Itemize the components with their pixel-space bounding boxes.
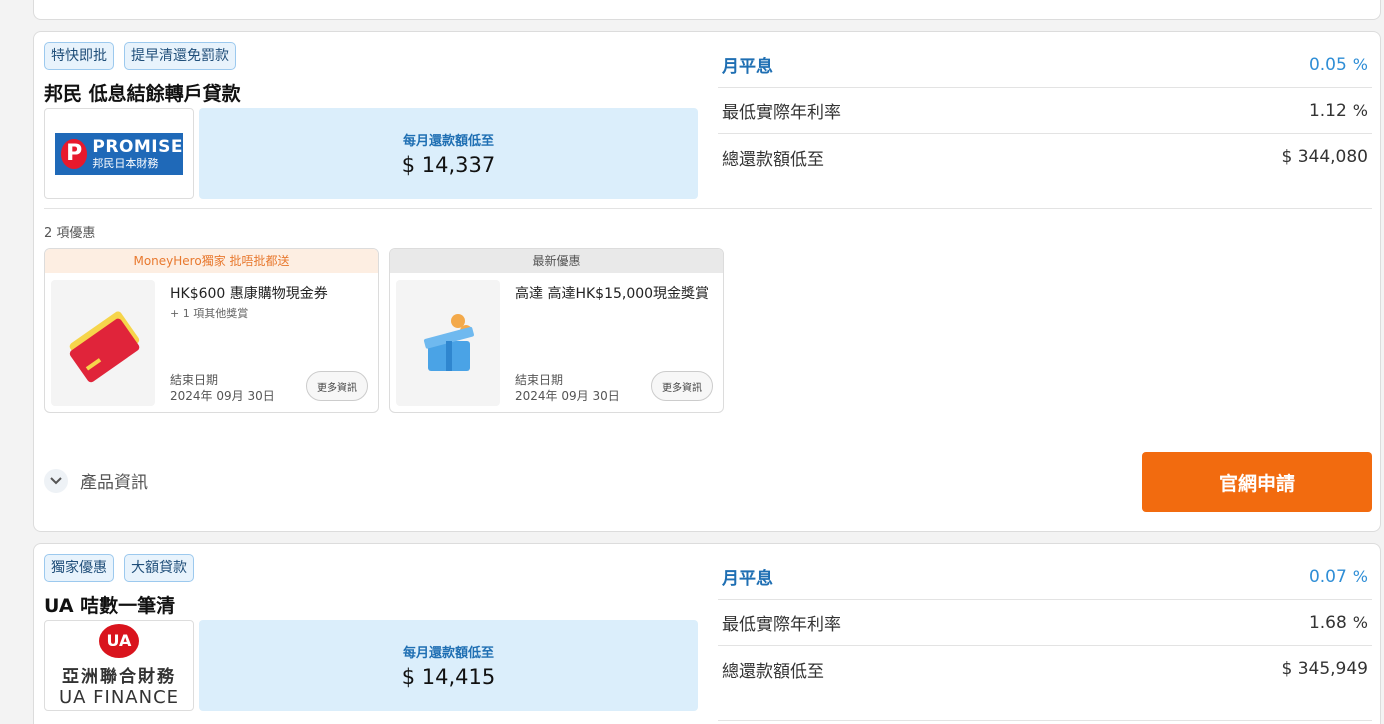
gift-box-icon	[396, 280, 500, 406]
ua-mark-icon: UA	[99, 623, 139, 658]
offer-end-date: 2024年 09月 30日	[515, 389, 620, 403]
monthly-repayment-box: 每月還款額低至 $ 14,337	[199, 108, 698, 199]
divider	[718, 720, 1372, 721]
divider	[44, 208, 1372, 209]
product-name[interactable]: UA 咭數一筆清	[44, 591, 175, 618]
offer-card[interactable]: 最新優惠 高達 高達HK$15,000現金獎賞 結束日期 2024年 09月 3…	[389, 248, 724, 413]
offer-header: MoneyHero獨家 批唔批都送	[45, 249, 378, 273]
rate-row-total-repayment: 總還款額低至 $ 344,080	[722, 147, 1368, 170]
more-info-button[interactable]: 更多資訊	[306, 371, 368, 401]
promise-p-icon: P	[61, 138, 88, 169]
rate-row-monthly-flat: 月平息 0.05%	[718, 42, 1372, 88]
offer-end-date: 2024年 09月 30日	[170, 389, 275, 403]
offer-card[interactable]: MoneyHero獨家 批唔批都送 HK$600 惠康購物現金券 + 1 項其他…	[44, 248, 379, 413]
product-info-toggle[interactable]: 產品資訊	[44, 468, 148, 493]
offer-title: HK$600 惠康購物現金券	[170, 286, 328, 302]
monthly-repayment-value: $ 14,337	[401, 153, 496, 177]
rate-table: 月平息 0.07% 最低實際年利率 1.68% 總還款額低至 $ 345,949	[718, 554, 1372, 692]
rate-row-apr: 最低實際年利率 1.68%	[718, 600, 1372, 646]
monthly-repayment-label: 每月還款額低至	[402, 134, 494, 149]
offer-end-label: 結束日期	[170, 373, 219, 387]
offers-count: 2 項優惠	[44, 226, 96, 241]
product-info-label: 產品資訊	[80, 473, 148, 493]
previous-card	[33, 0, 1381, 20]
ua-finance-logo[interactable]: UA 亞洲聯合財務 UA FINANCE	[44, 620, 194, 711]
chevron-down-icon	[44, 468, 68, 493]
gift-card-icon	[51, 280, 155, 406]
rate-row-monthly-flat: 月平息 0.07%	[718, 554, 1372, 600]
offer-title: 高達 高達HK$15,000現金獎賞	[515, 286, 710, 302]
rate-row-total-repayment: 總還款額低至 $ 345,949	[722, 659, 1368, 682]
more-info-button[interactable]: 更多資訊	[651, 371, 713, 401]
monthly-repayment-value: $ 14,415	[401, 665, 496, 689]
tag-list: 特快即批 提早清還免罰款	[44, 42, 236, 70]
apply-button[interactable]: 官網申請	[1142, 452, 1372, 512]
tag-exclusive-offer: 獨家優惠	[44, 554, 114, 582]
monthly-repayment-label: 每月還款額低至	[402, 646, 494, 661]
tag-fast-approval: 特快即批	[44, 42, 114, 70]
product-name[interactable]: 邦民 低息結餘轉戶貸款	[44, 79, 241, 106]
tag-early-repayment: 提早清還免罰款	[124, 42, 236, 70]
rate-table: 月平息 0.05% 最低實際年利率 1.12% 總還款額低至 $ 344,080	[718, 42, 1372, 180]
monthly-repayment-box: 每月還款額低至 $ 14,415	[199, 620, 698, 711]
offer-end-label: 結束日期	[515, 373, 564, 387]
loan-card-promise: 特快即批 提早清還免罰款 邦民 低息結餘轉戶貸款 P PROMISE 邦民日本財…	[33, 31, 1381, 532]
tag-large-loan: 大額貸款	[124, 554, 194, 582]
tag-list: 獨家優惠 大額貸款	[44, 554, 194, 582]
offer-subtitle: + 1 項其他獎賞	[170, 307, 249, 320]
offer-header: 最新優惠	[390, 249, 723, 273]
promise-logo[interactable]: P PROMISE 邦民日本財務	[44, 108, 194, 199]
loan-card-ua: 獨家優惠 大額貸款 UA 咭數一筆清 UA 亞洲聯合財務 UA FINANCE …	[33, 543, 1381, 724]
rate-row-apr: 最低實際年利率 1.12%	[718, 88, 1372, 134]
